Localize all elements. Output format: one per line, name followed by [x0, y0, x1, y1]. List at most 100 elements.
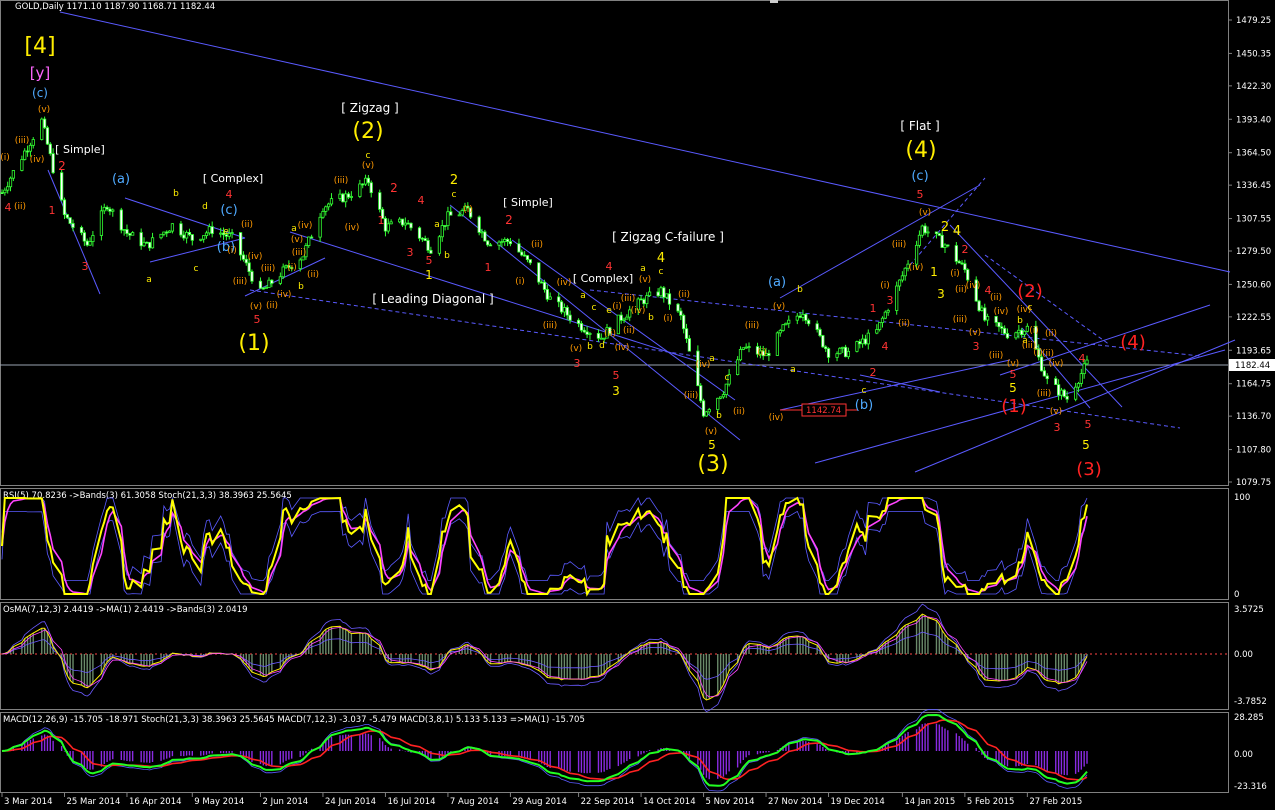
wave-label: 4 [657, 251, 665, 266]
time-tick-label: 16 Jul 2014 [387, 797, 435, 807]
candle-body [486, 240, 490, 246]
wave-label: [ Zigzag C-failure ] [612, 230, 724, 244]
candle-body [883, 311, 887, 319]
price-tick-label: 1307.55 [1236, 215, 1271, 225]
candle-body [1017, 329, 1021, 334]
wave-label: (v) [291, 235, 303, 245]
candle-body [520, 251, 524, 256]
candle-body [85, 240, 89, 246]
candle-body [398, 218, 402, 223]
candle-body [943, 244, 947, 248]
rsi-header: RSI(5) 70.8236 ->Bands(3) 61.3058 Stoch(… [3, 491, 292, 501]
candle-body [71, 223, 75, 228]
wave-label: (iv) [769, 413, 784, 423]
wave-label: c [592, 303, 597, 313]
price-tick-label: 1193.65 [1236, 346, 1271, 356]
candle-body [142, 241, 146, 247]
wave-label: (iv) [557, 278, 572, 288]
wave-label: (i) [287, 263, 297, 273]
wave-label: a [434, 220, 440, 230]
wave-label: 3 [1054, 421, 1061, 434]
candle-body [858, 341, 862, 345]
wave-label: c [725, 373, 730, 383]
osma-tick-top: 3.5725 [1234, 605, 1264, 615]
candle-body [1056, 384, 1061, 396]
candle-body [966, 269, 970, 281]
wave-label: a [580, 291, 586, 301]
candle-body [167, 230, 172, 233]
wave-label: 3 [612, 384, 620, 398]
candle-body [997, 322, 1001, 328]
candle-body [699, 385, 703, 402]
candle-body [159, 233, 163, 239]
wave-label: (i) [757, 348, 767, 358]
candle-body [525, 255, 530, 261]
price-tick-label: 1250.60 [1236, 280, 1271, 290]
candle-body [619, 314, 623, 321]
candle-body [170, 223, 175, 232]
time-tick-label: 27 Nov 2014 [768, 797, 822, 807]
candle-body [182, 234, 186, 239]
wave-label: (i) [612, 302, 622, 312]
candle-body [662, 287, 666, 298]
wave-label: b [444, 251, 450, 261]
candle-body [716, 397, 720, 410]
candle-body [957, 260, 961, 264]
candle-body [477, 216, 481, 233]
wave-label: (ii) [604, 329, 616, 339]
wave-label: (iv) [1017, 305, 1032, 315]
wave-label: (v) [773, 302, 785, 312]
candle-body [622, 318, 626, 321]
wave-label: 4 [953, 224, 961, 239]
wave-label: 2 [941, 220, 949, 235]
candle-body [1082, 363, 1086, 375]
trading-chart[interactable]: GOLD,Daily 1171.10 1187.90 1168.71 1182.… [0, 0, 1275, 810]
candle-body [150, 237, 155, 249]
wave-label: (iii) [892, 240, 907, 250]
candle-body [363, 177, 368, 185]
candle-body [1074, 386, 1078, 400]
wave-label: 1 [49, 204, 56, 217]
wave-label: (i) [950, 269, 960, 279]
wave-label: (i) [0, 153, 10, 163]
candle-body [659, 287, 663, 297]
candle-body [23, 150, 27, 160]
candle-body [798, 315, 802, 318]
candle-body [897, 279, 902, 287]
wave-label: c [659, 267, 664, 277]
wave-label: b [298, 282, 304, 292]
wave-label: a [146, 275, 152, 285]
candle-body [321, 210, 325, 218]
wave-label: (iii) [292, 248, 307, 258]
wave-label: 2 [450, 173, 458, 188]
support-1142-label: 1142.74 [806, 406, 841, 416]
osma-tick-bottom: -3.7852 [1234, 697, 1267, 707]
wave-label: (ii) [1045, 329, 1057, 339]
candle-body [179, 223, 183, 236]
chart-shift-marker [770, 0, 778, 3]
candle-body [900, 275, 904, 281]
candle-body [625, 316, 629, 320]
candle-body [207, 226, 211, 234]
candle-body [68, 217, 72, 224]
candle-body [540, 281, 544, 284]
wave-label: 4 [418, 194, 425, 207]
candle-body [861, 338, 865, 345]
candle-body [79, 227, 84, 234]
wave-label: (i) [1029, 326, 1039, 336]
price-tick-label: 1136.70 [1236, 412, 1271, 422]
candle-body [557, 296, 561, 303]
time-tick-label: 24 Jun 2014 [325, 797, 376, 807]
wave-label: (a) [112, 172, 130, 187]
candle-body [665, 293, 669, 298]
wave-label: (i) [515, 277, 525, 287]
candle-body [508, 241, 513, 245]
candle-body [517, 243, 521, 253]
wave-label: b [173, 189, 179, 199]
candle-body [131, 232, 135, 236]
candle-body [599, 337, 603, 340]
wave-label: 5 [254, 313, 261, 326]
candle-body [917, 234, 922, 246]
macd-tick-bottom: -23.316 [1234, 782, 1267, 792]
wave-label: (iv) [248, 252, 263, 262]
